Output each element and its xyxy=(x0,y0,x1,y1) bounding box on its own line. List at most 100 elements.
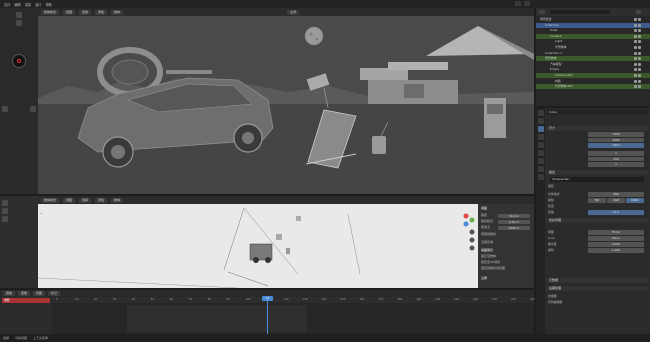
scene-tab-icon[interactable] xyxy=(537,142,544,148)
camera-icon[interactable] xyxy=(638,74,641,77)
eye-icon[interactable] xyxy=(634,40,637,44)
camera-icon[interactable] xyxy=(638,40,641,44)
visibility-toggles[interactable] xyxy=(633,18,647,21)
camera-icon[interactable] xyxy=(638,62,641,66)
menu-window[interactable]: 窗口 xyxy=(35,2,41,7)
cursor-icon[interactable] xyxy=(2,208,8,214)
object-menu[interactable]: 物体 xyxy=(111,9,124,15)
eye-icon[interactable] xyxy=(634,74,637,77)
move-icon[interactable] xyxy=(2,216,8,222)
menu-edit[interactable]: 编辑 xyxy=(14,2,20,7)
visibility-toggles[interactable] xyxy=(633,85,647,89)
outliner-row[interactable]: Camera xyxy=(536,33,650,39)
timeline-tracks[interactable] xyxy=(52,303,534,334)
visibility-toggles[interactable] xyxy=(633,23,647,27)
view-layer-button[interactable] xyxy=(524,1,530,6)
add-menu[interactable]: 添加 xyxy=(95,9,108,15)
resolution-percent-field[interactable]: 100% xyxy=(588,143,644,148)
playhead-line[interactable] xyxy=(267,296,268,334)
visibility-toggles[interactable] xyxy=(633,68,647,72)
viewport-3d[interactable]: 物体模式 视图 选择 添加 物体 全局 xyxy=(38,8,534,194)
output-section[interactable]: 输出 xyxy=(546,170,648,175)
output-tab-icon[interactable] xyxy=(537,126,544,132)
transform-orientation-dropdown[interactable]: 全局 xyxy=(287,9,300,15)
compositor-checkbox[interactable]: 合成器 xyxy=(548,294,557,299)
view-section-header[interactable]: 视图 xyxy=(481,206,487,211)
outliner-search-input[interactable] xyxy=(550,10,610,14)
keying-menu[interactable]: 抠像 xyxy=(18,291,31,296)
post-processing-section[interactable]: 后期处理 xyxy=(546,286,648,291)
sequencer-checkbox[interactable]: 序列编辑器 xyxy=(548,300,562,305)
move-icon[interactable] xyxy=(2,106,8,112)
display-mode-icon[interactable] xyxy=(539,10,545,14)
eye-icon[interactable] xyxy=(634,34,637,38)
outliner-row[interactable]: Camera.001 xyxy=(536,73,650,79)
eye-icon[interactable] xyxy=(634,18,637,21)
view-lock-section-header[interactable]: 视图锁定 xyxy=(481,248,493,253)
visibility-toggles[interactable] xyxy=(633,29,647,33)
visibility-toggles[interactable] xyxy=(633,46,647,49)
eye-icon[interactable] xyxy=(634,29,637,33)
outliner-row[interactable]: 场景物体 xyxy=(536,56,650,62)
scene-selector-button[interactable] xyxy=(515,1,521,6)
color-management-section[interactable]: 色彩管理 xyxy=(546,218,648,223)
lock-camera-checkbox[interactable]: 锁定摄像机到视图 xyxy=(481,266,505,271)
output-path-input[interactable]: /tmp/render/ xyxy=(550,177,644,182)
outliner-row[interactable]: Light xyxy=(536,39,650,44)
camera-icon[interactable] xyxy=(638,29,641,33)
annotation-section-header[interactable]: 注释 xyxy=(481,276,487,281)
camera-icon[interactable] xyxy=(638,34,641,38)
outliner-row[interactable]: Collection 2 xyxy=(536,51,650,56)
compression-slider[interactable]: 15% xyxy=(588,210,644,215)
view-menu[interactable]: 视图 xyxy=(63,197,76,203)
gamma-field[interactable]: 1.000 xyxy=(588,248,644,253)
visibility-toggles[interactable] xyxy=(633,40,647,44)
outliner-row[interactable]: 背景物体.001 xyxy=(536,84,650,90)
outliner-row[interactable]: 场景集合 xyxy=(536,17,650,22)
eye-icon[interactable] xyxy=(634,68,637,72)
camera-icon[interactable] xyxy=(638,68,641,72)
menu-file[interactable]: 文件 xyxy=(4,2,10,7)
visibility-toggles[interactable] xyxy=(633,79,647,83)
outliner-row[interactable]: 背景物体 xyxy=(536,45,650,50)
file-format-dropdown[interactable]: PNG xyxy=(588,192,644,197)
eye-icon[interactable] xyxy=(634,85,637,89)
modifier-tab-icon[interactable] xyxy=(537,166,544,172)
outliner-row[interactable]: 材质 xyxy=(536,79,650,84)
color-rgba-button[interactable]: RGBA xyxy=(626,198,644,203)
viewport-camera[interactable]: 物体模式 视图 选择 添加 物体 + 视图 焦距 50 mm 裁剪起点 0.01… xyxy=(38,196,534,288)
eye-icon[interactable] xyxy=(634,51,637,55)
visibility-toggles[interactable] xyxy=(633,57,647,61)
eye-icon[interactable] xyxy=(634,62,637,66)
visibility-toggles[interactable] xyxy=(633,34,647,38)
select-box-icon[interactable] xyxy=(16,12,22,18)
clip-end-field[interactable]: 1000 m xyxy=(498,225,530,230)
summary-channel[interactable]: 摘要 xyxy=(2,298,50,303)
look-dropdown[interactable]: None xyxy=(588,236,644,241)
visibility-toggles[interactable] xyxy=(633,51,647,55)
color-bw-button[interactable]: BW xyxy=(588,198,606,203)
material-tab-icon[interactable] xyxy=(537,174,544,180)
mode-dropdown[interactable]: 物体模式 xyxy=(41,197,60,203)
resolution-y-field[interactable]: 1080 xyxy=(588,137,644,142)
camera-icon[interactable] xyxy=(638,46,641,49)
view-layer-tab-icon[interactable] xyxy=(537,134,544,140)
color-rgb-button[interactable]: RGB xyxy=(607,198,625,203)
view-menu[interactable]: 视图 xyxy=(33,291,46,296)
select-menu[interactable]: 选择 xyxy=(79,197,92,203)
world-tab-icon[interactable] xyxy=(537,150,544,156)
rotate-icon[interactable] xyxy=(30,106,36,112)
cursor-icon[interactable] xyxy=(16,20,22,26)
dimensions-section[interactable]: 尺寸 xyxy=(546,126,648,131)
current-frame-indicator[interactable]: 25 xyxy=(262,296,273,301)
select-menu[interactable]: 选择 xyxy=(79,9,92,15)
filter-icon[interactable] xyxy=(636,10,641,14)
camera-icon[interactable] xyxy=(638,57,641,61)
resolution-x-field[interactable]: 1920 xyxy=(588,132,644,137)
camera-icon[interactable] xyxy=(638,85,641,89)
menu-render[interactable]: 渲染 xyxy=(25,2,31,7)
camera-icon[interactable] xyxy=(638,23,641,27)
outliner-row[interactable]: Cube xyxy=(536,28,650,33)
select-icon[interactable] xyxy=(2,200,8,206)
object-menu[interactable]: 物体 xyxy=(111,197,124,203)
